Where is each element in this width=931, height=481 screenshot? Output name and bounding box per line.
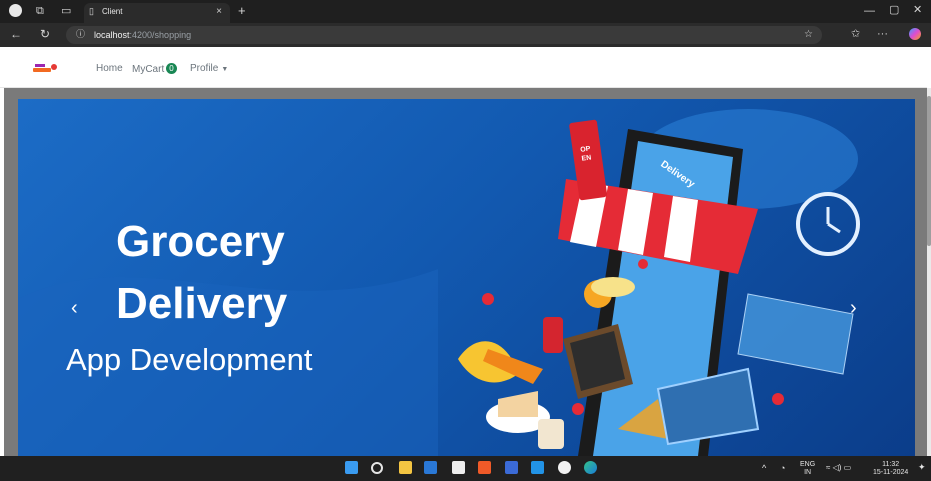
edge-icon[interactable]	[584, 461, 597, 474]
hero-illustration	[18, 109, 860, 456]
app-navbar: Home MyCart 0 Profile ▼	[0, 47, 927, 88]
new-tab-button[interactable]: +	[238, 4, 246, 17]
hero-line-1: Grocery	[116, 217, 285, 266]
maximize-button[interactable]: ▢	[889, 5, 899, 16]
calendar-icon[interactable]	[452, 461, 465, 474]
cart-count-badge: 0	[166, 63, 177, 74]
grocery-logo[interactable]	[33, 63, 59, 73]
caret-down-icon: ▼	[221, 66, 229, 73]
clock-time: 11:32	[882, 461, 900, 468]
info-icon[interactable]: ⓘ	[76, 30, 85, 39]
minimize-button[interactable]: —	[864, 6, 875, 17]
clock[interactable]: 11:32 15-11-2024	[873, 461, 908, 476]
file-explorer-icon[interactable]	[399, 461, 412, 474]
carousel-next-button[interactable]: ›	[850, 297, 857, 320]
notification-icon[interactable]: ✦	[918, 462, 926, 473]
start-icon[interactable]	[345, 461, 358, 474]
tab-actions-icon[interactable]: ▭	[61, 6, 71, 17]
nav-profile-dropdown[interactable]: Profile ▼	[190, 63, 228, 74]
copilot-icon[interactable]	[909, 28, 921, 40]
lang-bottom: IN	[804, 468, 812, 476]
brave-icon[interactable]	[478, 461, 491, 474]
refresh-icon[interactable]: ↻	[40, 28, 50, 40]
url-path: :4200/shopping	[129, 30, 192, 40]
nav-home[interactable]: Home	[96, 63, 123, 74]
app-icon[interactable]	[505, 461, 518, 474]
back-icon[interactable]: ←	[10, 28, 22, 40]
hero-line-3: App Development	[66, 342, 313, 377]
close-window-button[interactable]: ✕	[913, 5, 922, 16]
carousel-slide: Grocery Delivery App Development OPEN De…	[18, 99, 915, 456]
favorites-icon[interactable]: ✩	[851, 29, 860, 40]
vscode-icon[interactable]	[531, 461, 544, 474]
profile-label: Profile	[190, 63, 219, 74]
nav-mycart[interactable]: MyCart 0	[132, 63, 177, 75]
lang-top: ENG	[800, 461, 816, 468]
browser-toolbar: ← ↻ ⓘ localhost:4200/shopping ☆ ✩ ···	[0, 23, 931, 47]
page-scrollbar[interactable]	[927, 88, 931, 456]
browser-tab-bar: ⧉ ▭ ▯ Client × + — ▢ ✕	[0, 0, 931, 23]
address-bar[interactable]: ⓘ localhost:4200/shopping ☆	[66, 26, 822, 44]
network-app-icon[interactable]: ◔	[780, 463, 785, 474]
more-menu-icon[interactable]: ···	[877, 29, 888, 40]
hero-line-2: Delivery	[116, 279, 288, 328]
favorite-star-icon[interactable]: ☆	[804, 30, 813, 40]
carousel-prev-button[interactable]: ‹	[71, 297, 78, 320]
scroll-thumb[interactable]	[927, 96, 931, 246]
tab-title: Client	[102, 7, 123, 16]
language-indicator[interactable]: ENG IN	[800, 461, 815, 476]
open-sign: OPEN	[579, 145, 592, 163]
wifi-volume-battery-icons[interactable]: ≈ ◁) ▭	[826, 463, 851, 473]
github-desktop-icon[interactable]	[558, 461, 571, 474]
windows-taskbar: ^ ◔ ENG IN ≈ ◁) ▭ 11:32 15-11-2024 ✦	[0, 456, 931, 481]
page-icon: ▯	[89, 6, 94, 16]
show-hidden-icons[interactable]: ^	[762, 463, 766, 474]
tab-client[interactable]: ▯ Client ×	[84, 3, 230, 23]
store-icon[interactable]	[424, 461, 437, 474]
url-host: localhost	[94, 30, 130, 40]
workspaces-icon[interactable]: ⧉	[36, 6, 44, 17]
tab-close-icon[interactable]: ×	[216, 6, 222, 17]
url-text: localhost:4200/shopping	[94, 30, 191, 40]
profile-icon[interactable]	[9, 4, 22, 17]
clock-date: 15-11-2024	[873, 468, 909, 476]
mycart-label: MyCart	[132, 64, 165, 75]
search-icon[interactable]	[371, 462, 383, 474]
